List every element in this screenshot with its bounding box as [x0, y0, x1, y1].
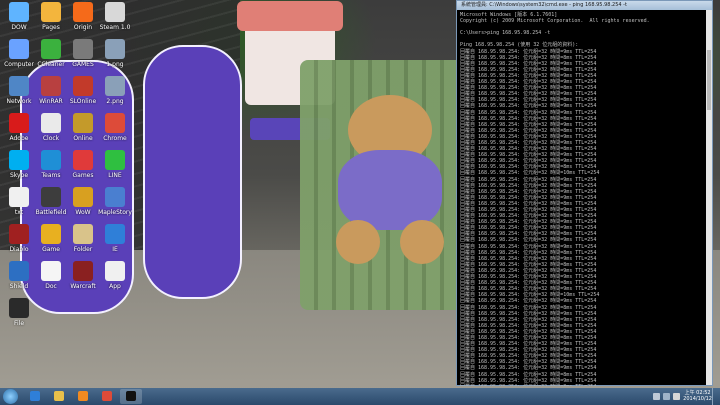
desktop-icon[interactable]: MapleStory: [96, 187, 134, 223]
cmd-output[interactable]: Microsoft Windows [版本 6.1.7601] Copyright…: [457, 10, 712, 386]
app-icon: [105, 261, 125, 281]
app-icon: [41, 187, 61, 207]
app-icon: [105, 224, 125, 244]
desktop-icon[interactable]: File: [0, 298, 38, 334]
chrome-icon: [102, 391, 112, 401]
app-icon: [41, 76, 61, 96]
desktop-icon-label: MapleStory: [98, 209, 132, 216]
tray-network-icon[interactable]: [663, 393, 670, 400]
taskbar-cmd-button[interactable]: [120, 389, 142, 404]
media-icon: [78, 391, 88, 401]
app-icon: [73, 261, 93, 281]
app-icon: [73, 113, 93, 133]
app-icon: [9, 187, 29, 207]
app-icon: [105, 113, 125, 133]
desktop-icon[interactable]: IE: [96, 224, 134, 260]
desktop-icon-label: File: [13, 320, 25, 327]
app-icon: [73, 2, 93, 22]
taskbar-media-button[interactable]: [72, 389, 94, 404]
app-icon: [105, 150, 125, 170]
app-icon: [105, 39, 125, 59]
app-icon: [41, 2, 61, 22]
app-icon: [9, 150, 29, 170]
taskbar-ie-button[interactable]: [24, 389, 46, 404]
app-icon: [9, 2, 29, 22]
cmd-window[interactable]: 系統管理員: C:\Windows\system32\cmd.exe - pin…: [456, 0, 713, 386]
app-icon: [9, 76, 29, 96]
desktop-icon[interactable]: Chrome: [96, 113, 134, 149]
taskbar-clock[interactable]: 上午 02:52 2014/10/12: [683, 390, 712, 402]
wallpaper-teddy-bear: [330, 95, 450, 265]
app-icon: [9, 298, 29, 318]
desktop-icon[interactable]: 2.png: [96, 76, 134, 112]
taskbar-chrome-button[interactable]: [96, 389, 118, 404]
desktop-icon[interactable]: 1.png: [96, 39, 134, 75]
cmd-titlebar[interactable]: 系統管理員: C:\Windows\system32\cmd.exe - pin…: [457, 1, 712, 10]
cmd-icon: [126, 391, 136, 401]
app-icon: [41, 113, 61, 133]
desktop-icon-label: 2.png: [106, 98, 124, 105]
desktop-icon[interactable]: App: [96, 261, 134, 297]
app-icon: [73, 224, 93, 244]
app-icon: [73, 76, 93, 96]
cmd-line: 回覆自 168.95.98.254: 位元組=32 時間=8ms TTL=254: [460, 384, 709, 386]
app-icon: [41, 224, 61, 244]
desktop-icon-label: LINE: [108, 172, 122, 179]
desktop-icon-label: IE: [112, 246, 118, 253]
desktop-icon-label: Steam 1.0: [99, 24, 131, 31]
app-icon: [73, 187, 93, 207]
desktop-icon[interactable]: LINE: [96, 150, 134, 186]
wallpaper-purple-figure-right: [143, 45, 242, 299]
clock-date: 2014/10/12: [683, 396, 712, 402]
app-icon: [41, 39, 61, 59]
app-icon: [105, 187, 125, 207]
desktop-icon-label: 1.png: [106, 61, 124, 68]
system-tray: 上午 02:52 2014/10/12: [598, 388, 718, 405]
app-icon: [41, 261, 61, 281]
app-icon: [41, 150, 61, 170]
desktop-icon[interactable]: Steam 1.0: [96, 2, 134, 38]
tray-flag-icon[interactable]: [653, 393, 660, 400]
ie-icon: [30, 391, 40, 401]
app-icon: [105, 76, 125, 96]
desktop-icon-label: Chrome: [103, 135, 127, 142]
desktop-icon-label: App: [109, 283, 121, 290]
app-icon: [73, 150, 93, 170]
tray-volume-icon[interactable]: [673, 393, 680, 400]
app-icon: [9, 39, 29, 59]
app-icon: [9, 261, 29, 281]
start-button[interactable]: [3, 389, 18, 404]
cmd-scroll-thumb[interactable]: [707, 50, 711, 110]
explorer-icon: [54, 391, 64, 401]
show-desktop-button[interactable]: [712, 388, 718, 405]
app-icon: [105, 2, 125, 22]
app-icon: [9, 224, 29, 244]
taskbar-explorer-button[interactable]: [48, 389, 70, 404]
taskbar: 上午 02:52 2014/10/12: [0, 388, 720, 405]
app-icon: [73, 39, 93, 59]
app-icon: [9, 113, 29, 133]
cmd-scrollbar[interactable]: [706, 10, 712, 385]
